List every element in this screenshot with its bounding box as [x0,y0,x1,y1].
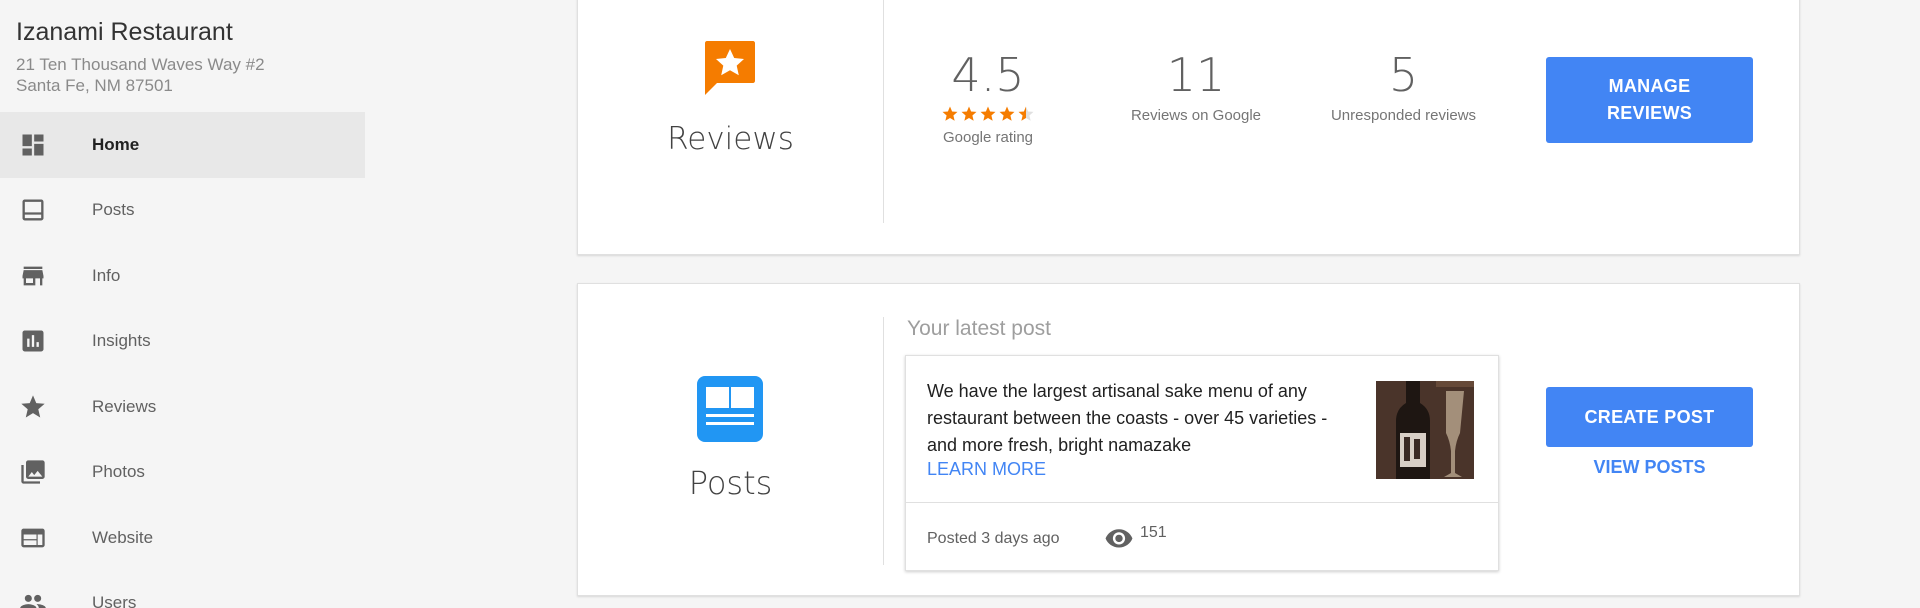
review-bubble-icon [705,41,755,95]
star-icon [980,106,996,121]
sidebar-item-posts[interactable]: Posts [0,178,365,244]
manage-reviews-button[interactable]: MANAGE REVIEWS [1546,57,1753,143]
review-count-stat: 11 Reviews on Google [1116,49,1276,124]
bar-chart-icon [19,327,47,355]
star-half-icon [1018,106,1034,121]
people-icon [19,589,47,608]
sidebar-item-insights[interactable]: Insights [0,309,365,375]
review-count-label: Reviews on Google [1130,107,1262,124]
business-name: Izanami Restaurant [16,18,233,46]
sidebar-item-label: Insights [92,331,151,351]
store-icon [19,262,47,290]
sidebar: Izanami Restaurant 21 Ten Thousand Waves… [0,0,365,608]
sidebar-item-label: Reviews [92,396,157,416]
dashboard-icon [19,131,47,159]
post-view-count: 151 [1140,524,1167,541]
reviews-card: Reviews 4.5 Google rating 11 Reviews on … [577,0,1800,255]
unresponded-stat: 5 Unresponded reviews [1321,49,1486,124]
posts-card: Posts Your latest post We have the large… [577,283,1800,596]
create-post-button[interactable]: CREATE POST [1546,387,1753,447]
post-image [1376,381,1474,479]
sidebar-item-home[interactable]: Home [0,112,365,178]
sidebar-item-label: Users [92,593,137,608]
star-icon [961,106,977,121]
unresponded-count: 5 [1388,48,1419,102]
sidebar-item-label: Posts [92,200,135,220]
address-line-2: Santa Fe, NM 87501 [16,76,173,95]
learn-more-link[interactable]: LEARN MORE [927,459,1046,480]
post-text: We have the largest artisanal sake menu … [927,381,1328,455]
sidebar-nav: Home Posts Info Insights Reviews Photos … [0,112,365,608]
sidebar-item-reviews[interactable]: Reviews [0,374,365,440]
latest-post[interactable]: We have the largest artisanal sake menu … [905,355,1499,571]
photos-icon [19,458,47,486]
sidebar-item-photos[interactable]: Photos [0,440,365,506]
review-count: 11 [1166,48,1226,102]
reviews-card-header: Reviews [578,0,883,254]
card-divider [883,0,884,223]
star-icon [999,106,1015,121]
sidebar-item-website[interactable]: Website [0,505,365,571]
posts-icon [19,196,47,224]
rating-label: Google rating [942,129,1034,146]
rating-stars [908,105,1068,125]
posts-title: Posts [688,464,773,502]
sidebar-item-label: Photos [92,462,145,482]
google-rating-stat: 4.5 Google rating [908,49,1068,146]
posts-card-header: Posts [578,284,883,595]
address-line-1: 21 Ten Thousand Waves Way #2 [16,55,265,74]
create-post-label: CREATE POST [1584,406,1715,427]
web-icon [19,524,47,552]
sidebar-item-label: Home [92,134,140,154]
eye-icon [1105,529,1133,548]
view-posts-link[interactable]: VIEW POSTS [1546,457,1753,478]
sidebar-item-label: Info [92,265,121,285]
card-divider [883,317,884,565]
posts-icon [697,376,763,442]
unresponded-label: Unresponded reviews [1330,107,1477,124]
reviews-title: Reviews [667,121,794,157]
star-icon [19,393,47,421]
rating-value: 4.5 [951,48,1025,102]
manage-reviews-label: MANAGE REVIEWS [1606,76,1693,123]
business-address: 21 Ten Thousand Waves Way #2 Santa Fe, N… [16,54,265,96]
sidebar-item-users[interactable]: Users [0,571,365,608]
sidebar-item-label: Website [92,527,154,547]
star-icon [942,106,958,121]
latest-post-label: Your latest post [907,317,1051,340]
post-date: Posted 3 days ago [927,530,1060,547]
sidebar-item-info[interactable]: Info [0,243,365,309]
post-divider [906,502,1498,503]
